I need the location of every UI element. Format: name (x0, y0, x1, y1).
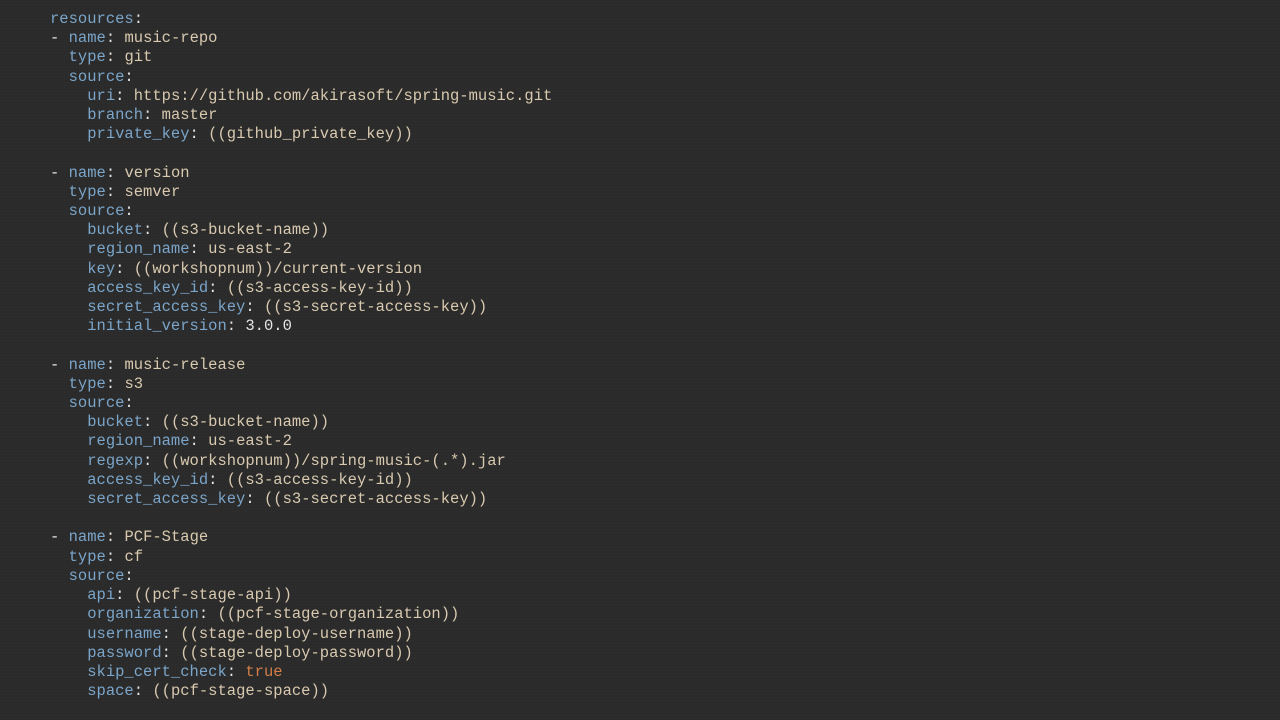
yaml-code-block: resources: - name: music-repo type: git … (0, 0, 1280, 701)
yaml-value: ((github_private_key)) (208, 125, 413, 143)
yaml-value: ((workshopnum))/current-version (134, 260, 422, 278)
yaml-key: bucket (87, 221, 143, 239)
yaml-key: secret_access_key (87, 298, 245, 316)
yaml-key: type (69, 183, 106, 201)
yaml-key: region_name (87, 432, 189, 450)
yaml-value: cf (124, 548, 143, 566)
yaml-key: skip_cert_check (87, 663, 227, 681)
yaml-key: space (87, 682, 134, 700)
yaml-value: ((s3-secret-access-key)) (264, 298, 487, 316)
yaml-key: source (69, 567, 125, 585)
yaml-key: secret_access_key (87, 490, 245, 508)
yaml-key: organization (87, 605, 199, 623)
yaml-key: name (69, 29, 106, 47)
yaml-key: name (69, 356, 106, 374)
yaml-value: ((workshopnum))/spring-music-(.*).jar (162, 452, 506, 470)
yaml-key: source (69, 394, 125, 412)
yaml-key: region_name (87, 240, 189, 258)
yaml-value: true (245, 663, 282, 681)
yaml-value: s3 (124, 375, 143, 393)
yaml-value: ((pcf-stage-api)) (134, 586, 292, 604)
yaml-key: bucket (87, 413, 143, 431)
yaml-key: api (87, 586, 115, 604)
yaml-value: semver (124, 183, 180, 201)
yaml-value: 3.0.0 (245, 317, 292, 335)
yaml-key: type (69, 375, 106, 393)
yaml-value: ((s3-bucket-name)) (162, 413, 329, 431)
yaml-key: name (69, 528, 106, 546)
yaml-value: music-release (124, 356, 245, 374)
yaml-key: access_key_id (87, 471, 208, 489)
yaml-key: uri (87, 87, 115, 105)
yaml-key: regexp (87, 452, 143, 470)
yaml-value: ((s3-access-key-id)) (227, 471, 413, 489)
yaml-value: ((stage-deploy-password)) (180, 644, 413, 662)
yaml-value: us-east-2 (208, 432, 292, 450)
yaml-key: password (87, 644, 161, 662)
yaml-key: resources (50, 10, 134, 28)
yaml-key: username (87, 625, 161, 643)
yaml-value: ((stage-deploy-username)) (180, 625, 413, 643)
yaml-value: version (124, 164, 189, 182)
yaml-value: ((s3-bucket-name)) (162, 221, 329, 239)
yaml-value: PCF-Stage (124, 528, 208, 546)
yaml-value: ((s3-secret-access-key)) (264, 490, 487, 508)
yaml-key: source (69, 202, 125, 220)
yaml-key: private_key (87, 125, 189, 143)
yaml-value: us-east-2 (208, 240, 292, 258)
yaml-key: access_key_id (87, 279, 208, 297)
yaml-value: ((pcf-stage-organization)) (217, 605, 459, 623)
yaml-key: initial_version (87, 317, 227, 335)
yaml-value: music-repo (124, 29, 217, 47)
yaml-key: type (69, 48, 106, 66)
yaml-key: name (69, 164, 106, 182)
yaml-value: https://github.com/akirasoft/spring-musi… (134, 87, 553, 105)
yaml-value: ((s3-access-key-id)) (227, 279, 413, 297)
yaml-value: git (124, 48, 152, 66)
yaml-key: branch (87, 106, 143, 124)
yaml-key: type (69, 548, 106, 566)
yaml-value: ((pcf-stage-space)) (152, 682, 329, 700)
yaml-value: master (162, 106, 218, 124)
yaml-key: key (87, 260, 115, 278)
yaml-key: source (69, 68, 125, 86)
